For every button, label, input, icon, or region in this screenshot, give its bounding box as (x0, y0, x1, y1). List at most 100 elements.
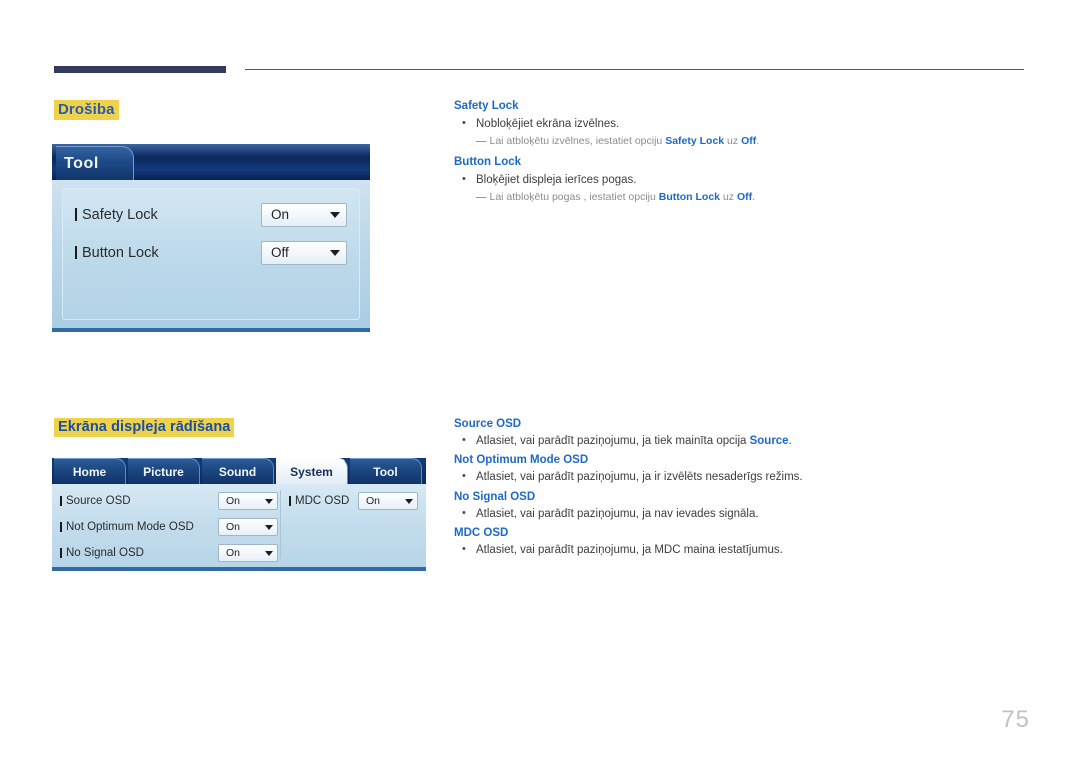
text-note-button-lock: — Lai atbloķētu pogas , iestatiet opciju… (454, 191, 1029, 205)
osd-label-safety-lock: Safety Lock (75, 207, 158, 223)
row-tick-icon (289, 496, 291, 506)
text-bullet-button-lock: • Bloķējiet displeja ierīces pogas. (454, 173, 1029, 187)
osd-label-no-signal-osd-text: No Signal OSD (66, 547, 144, 559)
bullet-end: . (788, 435, 792, 447)
chevron-down-icon (265, 498, 273, 504)
section-heading-osd: Ekrāna displeja rādīšana (54, 418, 235, 437)
text-bullet-safety-lock-body: Nobloķējiet ekrāna izvēlnes. (476, 118, 620, 130)
chevron-down-icon (330, 249, 340, 256)
text-column-osd: Source OSD • Atlasiet, vai parādīt paziņ… (454, 418, 1029, 564)
note-mid: uz (720, 191, 737, 204)
note-pre: Lai atbloķētu pogas , iestatiet opciju (489, 191, 659, 204)
bullet-icon: • (462, 470, 466, 483)
note-term-1: Button Lock (658, 191, 721, 204)
dropdown-button-lock[interactable]: Off (261, 240, 347, 265)
dropdown-button-lock-value: Off (271, 245, 289, 260)
osd-label-not-optimum-mode-osd: Not Optimum Mode OSD (60, 521, 194, 533)
text-bullet-not-optimum-mode-osd: • Atlasiet, vai parādīt paziņojumu, ja i… (454, 470, 1029, 484)
text-group-source-osd: Source OSD • Atlasiet, vai parādīt paziņ… (454, 418, 1029, 448)
page-number: 75 (1001, 706, 1030, 733)
text-note-safety-lock-body: Lai atbloķētu izvēlnes, iestatiet opciju… (490, 135, 760, 149)
dropdown-not-optimum-mode-osd[interactable]: On (218, 518, 278, 536)
text-bullet-source-osd-body: Atlasiet, vai parādīt paziņojumu, ja tie… (476, 434, 792, 448)
osd-tab-system-label: System (290, 464, 333, 479)
osd-tab-tool[interactable]: Tool (56, 146, 134, 180)
text-group-mdc-osd: MDC OSD • Atlasiet, vai parādīt paziņoju… (454, 527, 1029, 557)
dropdown-mdc-osd[interactable]: On (358, 492, 418, 510)
osd-bottom-accent (52, 567, 192, 571)
chevron-down-icon (265, 524, 273, 530)
text-bullet-no-signal-osd-body: Atlasiet, vai parādīt paziņojumu, ja nav… (476, 507, 759, 520)
note-term-1: Safety Lock (665, 135, 725, 148)
dropdown-source-osd-value: On (226, 495, 241, 507)
osd-column-right: MDC OSD On (289, 490, 418, 559)
osd-label-button-lock-text: Button Lock (82, 244, 159, 261)
bullet-icon: • (462, 434, 466, 446)
osd-label-mdc-osd: MDC OSD (289, 495, 349, 507)
text-heading-safety-lock: Safety Lock (454, 100, 519, 112)
text-bullet-button-lock-body: Bloķējiet displeja ierīces pogas. (476, 174, 637, 187)
osd-column-left: Source OSD On Not Optimum Mode OSD On No… (60, 490, 278, 562)
osd-label-source-osd: Source OSD (60, 495, 131, 507)
dropdown-mdc-osd-value: On (366, 495, 381, 507)
osd-label-button-lock: Button Lock (75, 245, 159, 261)
text-heading-source-osd: Source OSD (454, 418, 522, 430)
osd-tab-home-label: Home (72, 464, 107, 479)
dropdown-not-optimum-mode-osd-value: On (226, 521, 241, 533)
osd-tab-sound[interactable]: Sound (202, 458, 274, 484)
text-bullet-safety-lock: • Nobloķējiet ekrāna izvēlnes. (454, 117, 1029, 131)
osd-tab-tool[interactable]: Tool (350, 458, 422, 484)
dropdown-source-osd[interactable]: On (218, 492, 278, 510)
bullet-icon: • (462, 173, 466, 186)
dropdown-no-signal-osd-value: On (226, 547, 241, 559)
bullet-term: Source (749, 435, 789, 447)
osd-row-source-osd: Source OSD On (60, 490, 278, 512)
osd-tab-strip: Home Picture Sound System Tool (52, 458, 426, 484)
dropdown-no-signal-osd[interactable]: On (218, 544, 278, 562)
text-heading-no-signal-osd: No Signal OSD (454, 490, 536, 503)
chevron-down-icon (265, 550, 273, 556)
osd-row-not-optimum-mode-osd: Not Optimum Mode OSD On (60, 516, 278, 538)
text-group-not-optimum-mode-osd: Not Optimum Mode OSD • Atlasiet, vai par… (454, 454, 1029, 484)
dropdown-safety-lock-value: On (271, 207, 290, 222)
row-tick-icon (60, 522, 62, 532)
dash-icon: — (476, 191, 487, 204)
osd-column-divider (280, 490, 281, 559)
text-heading-not-optimum-mode-osd: Not Optimum Mode OSD (454, 454, 589, 467)
note-end: . (752, 191, 756, 204)
text-bullet-source-osd: • Atlasiet, vai parādīt paziņojumu, ja t… (454, 434, 1029, 448)
osd-tab-system[interactable]: System (276, 458, 348, 484)
osd-inner-frame: Safety Lock On Button Lock Off (62, 188, 360, 320)
osd-row-no-signal-osd: No Signal OSD On (60, 542, 278, 564)
text-column-security: Safety Lock • Nobloķējiet ekrāna izvēlne… (454, 100, 1029, 212)
chevron-down-icon (330, 211, 340, 218)
osd-tab-tool-label: Tool (64, 154, 99, 172)
osd-label-mdc-osd-text: MDC OSD (295, 495, 350, 507)
dropdown-safety-lock[interactable]: On (261, 202, 347, 227)
text-bullet-mdc-osd: • Atlasiet, vai parādīt paziņojumu, ja M… (454, 543, 1029, 557)
manual-page: Drošiba Tool Safety Lock On Button Lock … (0, 0, 1080, 763)
text-note-safety-lock: — Lai atbloķētu izvēlnes, iestatiet opci… (454, 135, 1029, 149)
row-tick-icon (75, 208, 77, 221)
osd-titlebar: Tool (52, 144, 370, 180)
note-end: . (756, 135, 760, 148)
osd-panel-tool: Tool Safety Lock On Button Lock Off (52, 144, 370, 332)
text-bullet-no-signal-osd: • Atlasiet, vai parādīt paziņojumu, ja n… (454, 507, 1029, 521)
dash-icon: — (476, 135, 487, 148)
bullet-icon: • (462, 506, 466, 519)
osd-tab-picture[interactable]: Picture (128, 458, 200, 484)
osd-tab-home[interactable]: Home (54, 458, 126, 484)
osd-label-not-optimum-mode-osd-text: Not Optimum Mode OSD (66, 521, 194, 533)
text-note-button-lock-body: Lai atbloķētu pogas , iestatiet opciju B… (490, 191, 756, 205)
text-bullet-mdc-osd-body: Atlasiet, vai parādīt paziņojumu, ja MDC… (476, 544, 783, 557)
osd-panel-system: Home Picture Sound System Tool Source OS… (52, 458, 426, 571)
row-tick-icon (60, 548, 62, 558)
osd-label-safety-lock-text: Safety Lock (82, 206, 158, 223)
row-tick-icon (60, 496, 62, 506)
header-rule-thin (245, 69, 1024, 70)
text-group-button-lock: Button Lock • Bloķējiet displeja ierīces… (454, 156, 1029, 205)
header-rule-thick (54, 66, 226, 73)
bullet-icon: • (462, 543, 466, 556)
note-pre: Lai atbloķētu izvēlnes, iestatiet opciju (489, 135, 666, 148)
osd-label-no-signal-osd: No Signal OSD (60, 547, 144, 559)
